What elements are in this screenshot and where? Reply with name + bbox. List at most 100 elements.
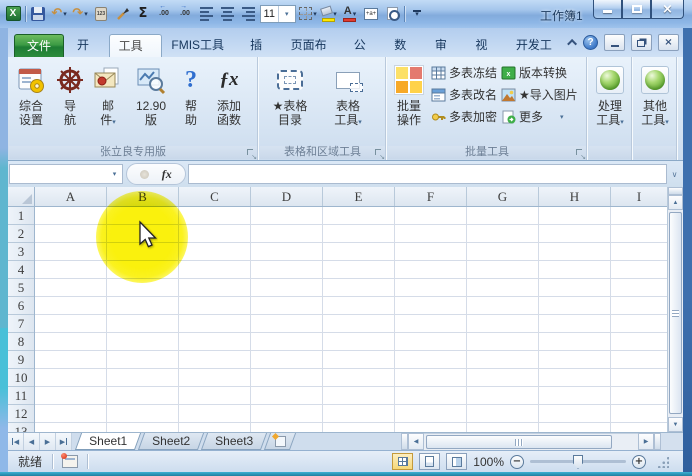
- record-macro-icon[interactable]: [62, 455, 78, 468]
- borders-button[interactable]: ▾: [299, 5, 317, 23]
- tab-视图[interactable]: 视图: [466, 34, 507, 57]
- more-button[interactable]: 更多 ▾: [499, 106, 580, 127]
- normal-view-button[interactable]: [392, 453, 413, 470]
- dialog-launcher-icon[interactable]: [375, 149, 384, 158]
- version-button[interactable]: 12.90版: [128, 60, 174, 142]
- tab-开发工具[interactable]: 开发工具: [507, 34, 570, 57]
- paste-number-button[interactable]: 123: [92, 5, 110, 23]
- column-header-I[interactable]: I: [611, 187, 667, 206]
- sheet-tab-Sheet1[interactable]: Sheet1: [75, 433, 141, 450]
- dialog-launcher-icon[interactable]: [576, 149, 585, 158]
- column-header-F[interactable]: F: [395, 187, 467, 206]
- fx-icon[interactable]: fx: [162, 167, 172, 182]
- workbook-restore-button[interactable]: [631, 34, 652, 51]
- add-function-button[interactable]: ƒx 添加函数: [208, 60, 250, 142]
- first-sheet-button[interactable]: ◀: [8, 433, 24, 450]
- row-header-6[interactable]: 6: [8, 297, 34, 315]
- row-header-7[interactable]: 7: [8, 315, 34, 333]
- tab-数据[interactable]: 数据: [385, 34, 426, 57]
- chevron-down-icon[interactable]: ▾: [560, 113, 564, 121]
- horizontal-scrollbar[interactable]: ◀ ▶: [401, 433, 683, 450]
- column-header-A[interactable]: A: [35, 187, 107, 206]
- vertical-scroll-thumb[interactable]: [669, 212, 682, 414]
- zoom-out-button[interactable]: −: [510, 455, 524, 469]
- scroll-down-button[interactable]: ▼: [668, 417, 683, 432]
- file-tab[interactable]: 文件: [14, 34, 64, 57]
- help-icon[interactable]: ?: [583, 35, 598, 50]
- sheet-tab-Sheet2[interactable]: Sheet2: [138, 433, 204, 450]
- column-header-G[interactable]: G: [467, 187, 539, 206]
- horizontal-scroll-track[interactable]: [424, 433, 638, 450]
- zoom-in-button[interactable]: +: [632, 455, 646, 469]
- row-header-8[interactable]: 8: [8, 333, 34, 351]
- resize-grip[interactable]: [656, 455, 669, 468]
- align-right-button[interactable]: [239, 5, 257, 23]
- row-header-12[interactable]: 12: [8, 405, 34, 423]
- multi-encrypt-button[interactable]: 多表加密: [429, 106, 499, 127]
- customize-qat-button[interactable]: ▾: [408, 5, 426, 23]
- cell-format-button[interactable]: +a+: [362, 5, 380, 23]
- zoom-slider-thumb[interactable]: [573, 455, 583, 469]
- dialog-launcher-icon[interactable]: [247, 149, 256, 158]
- version-convert-button[interactable]: x 版本转换: [499, 62, 580, 83]
- vertical-scrollbar[interactable]: ▲ ▼: [667, 187, 683, 432]
- tab-审阅[interactable]: 审阅: [426, 34, 467, 57]
- increase-decimal-button[interactable]: ←.00: [155, 5, 173, 23]
- row-header-3[interactable]: 3: [8, 243, 34, 261]
- font-size-combobox[interactable]: 11 ▾: [260, 5, 296, 23]
- fill-color-button[interactable]: ▾: [320, 5, 338, 23]
- tab-split-handle[interactable]: [401, 433, 408, 450]
- tab-工具箱[interactable]: 工具箱: [109, 34, 163, 57]
- chevron-down-icon[interactable]: ▾: [108, 166, 121, 182]
- column-header-D[interactable]: D: [251, 187, 323, 206]
- zoom-slider[interactable]: [530, 460, 626, 463]
- row-header-11[interactable]: 11: [8, 387, 34, 405]
- page-layout-view-button[interactable]: [419, 453, 440, 470]
- format-painter-button[interactable]: [113, 5, 131, 23]
- align-center-button[interactable]: [218, 5, 236, 23]
- row-header-13[interactable]: 13: [8, 423, 34, 432]
- horizontal-scroll-thumb[interactable]: [426, 435, 612, 449]
- excel-logo-icon[interactable]: X: [4, 5, 22, 23]
- vertical-scroll-track[interactable]: [668, 210, 683, 417]
- cells-area[interactable]: [35, 207, 667, 432]
- scroll-left-button[interactable]: ◀: [408, 433, 424, 450]
- row-header-9[interactable]: 9: [8, 351, 34, 369]
- column-header-C[interactable]: C: [179, 187, 251, 206]
- column-header-E[interactable]: E: [323, 187, 395, 206]
- expand-formula-bar-icon[interactable]: ∨: [667, 164, 682, 184]
- last-sheet-button[interactable]: ▶: [56, 433, 72, 450]
- name-box[interactable]: ▾: [9, 164, 123, 184]
- row-header-4[interactable]: 4: [8, 261, 34, 279]
- workbook-close-button[interactable]: ×: [658, 34, 679, 51]
- previous-sheet-button[interactable]: ◀: [24, 433, 40, 450]
- print-preview-button[interactable]: [383, 5, 401, 23]
- batch-operation-button[interactable]: 批量操作: [389, 60, 429, 142]
- minimize-button[interactable]: [593, 0, 622, 19]
- tab-插入[interactable]: 插入: [241, 34, 282, 57]
- sheet-tab-Sheet3[interactable]: Sheet3: [201, 433, 267, 450]
- insert-worksheet-tab[interactable]: [264, 433, 296, 450]
- vertical-split-handle[interactable]: [668, 187, 683, 195]
- maximize-button[interactable]: [622, 0, 651, 19]
- settings-button[interactable]: 综合设置: [10, 60, 52, 142]
- tab-FMIS工具箱[interactable]: FMIS工具箱: [162, 34, 241, 57]
- undo-button[interactable]: ↶▾: [50, 5, 68, 23]
- tab-公式[interactable]: 公式: [345, 34, 386, 57]
- workbook-minimize-button[interactable]: [604, 34, 625, 51]
- scroll-up-button[interactable]: ▲: [668, 195, 683, 210]
- redo-button[interactable]: ↷▾: [71, 5, 89, 23]
- multi-rename-button[interactable]: 多表改名: [429, 84, 499, 105]
- multi-freeze-button[interactable]: 多表冻结: [429, 62, 499, 83]
- font-color-button[interactable]: A▾: [341, 5, 359, 23]
- import-picture-button[interactable]: ★导入图片: [499, 84, 580, 105]
- zoom-level[interactable]: 100%: [473, 455, 504, 469]
- next-sheet-button[interactable]: ▶: [40, 433, 56, 450]
- row-header-2[interactable]: 2: [8, 225, 34, 243]
- page-break-view-button[interactable]: [446, 453, 467, 470]
- close-button[interactable]: ×: [651, 0, 684, 19]
- process-tools-button[interactable]: 处理工具▾: [590, 60, 630, 142]
- table-tools-button[interactable]: 表格工具▾: [319, 60, 377, 142]
- select-all-corner[interactable]: [8, 187, 35, 206]
- column-header-B[interactable]: B: [107, 187, 179, 206]
